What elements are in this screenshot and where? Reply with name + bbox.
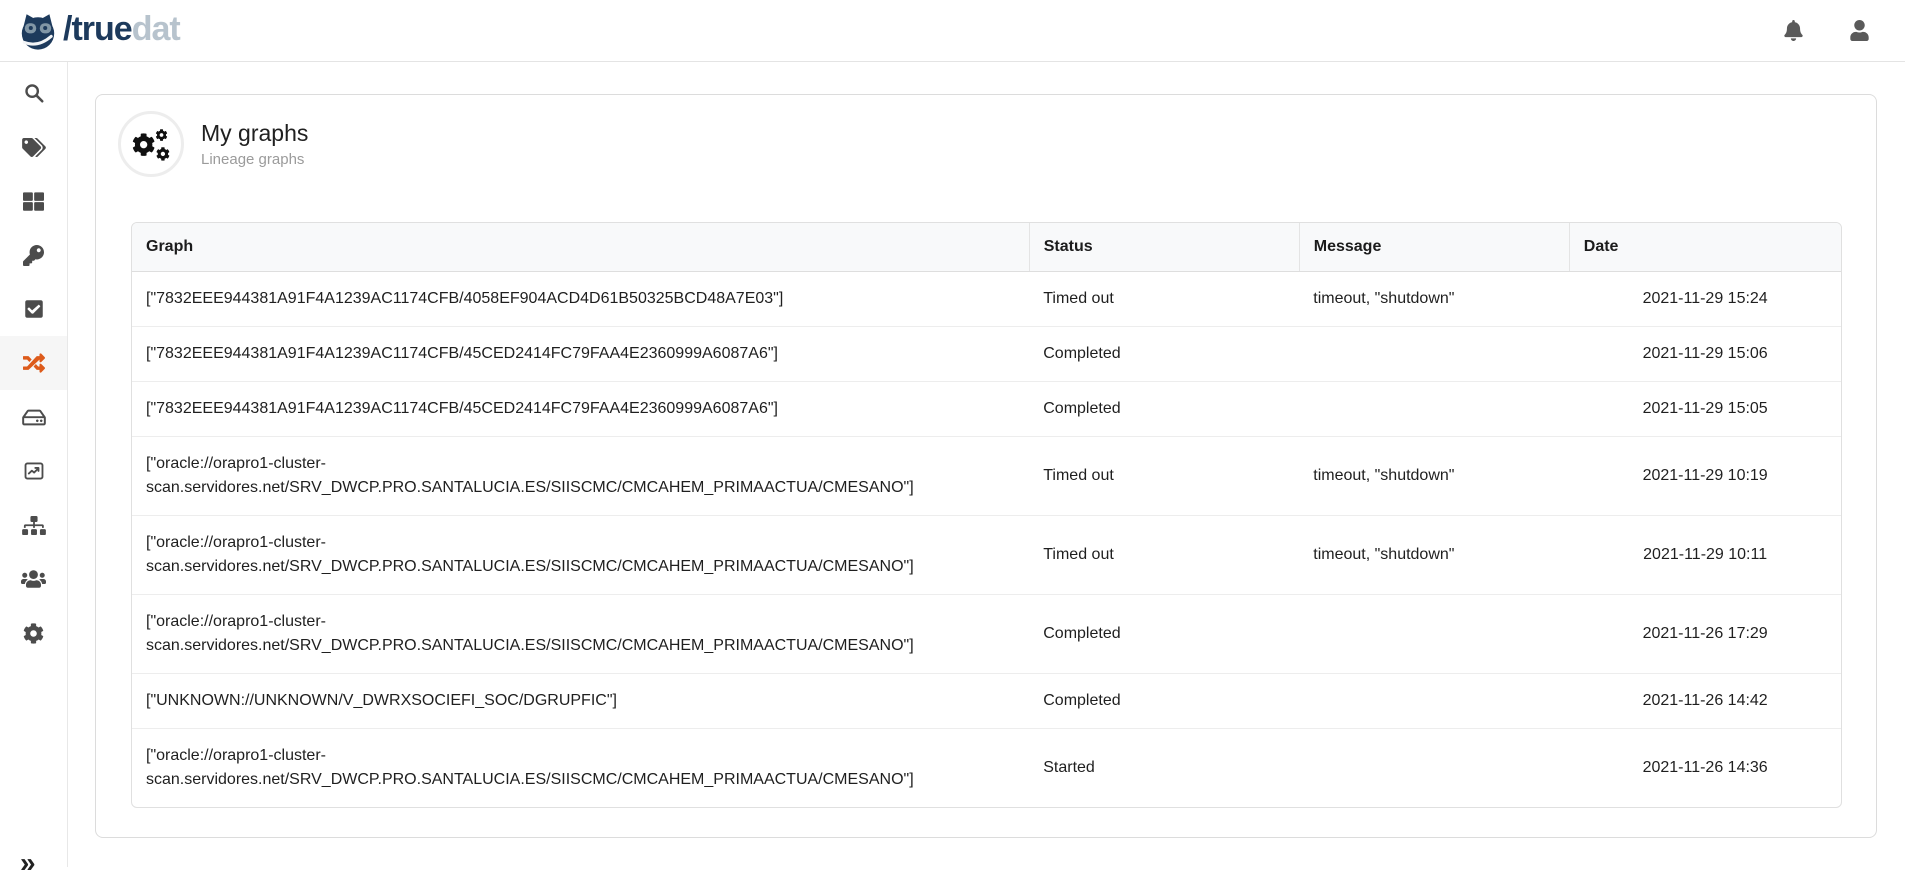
check-square-icon: [24, 299, 44, 319]
sidebar-item-modules[interactable]: [0, 174, 67, 228]
tags-icon: [22, 138, 46, 157]
topbar-actions: [1784, 20, 1885, 41]
table-header-graph: Graph: [132, 223, 1029, 272]
date-cell: 2021-11-29 15:05: [1569, 382, 1841, 437]
sidebar-item-systems[interactable]: [0, 390, 67, 444]
gear-icon: [23, 623, 44, 644]
graph-cell: ["7832EEE944381A91F4A1239AC1174CFB/45CED…: [132, 382, 1029, 437]
message-cell: [1299, 674, 1569, 729]
table-row[interactable]: ["7832EEE944381A91F4A1239AC1174CFB/45CED…: [132, 382, 1841, 437]
message-cell: [1299, 327, 1569, 382]
message-cell: timeout, "shutdown": [1299, 272, 1569, 327]
notifications-bell-icon[interactable]: [1784, 20, 1803, 41]
message-cell: timeout, "shutdown": [1299, 437, 1569, 516]
date-cell: 2021-11-26 14:42: [1569, 674, 1841, 729]
table-header-message: Message: [1299, 223, 1569, 272]
sidebar-item-settings[interactable]: [0, 606, 67, 660]
status-cell: Timed out: [1029, 272, 1299, 327]
sidebar: »: [0, 62, 68, 867]
message-cell: [1299, 595, 1569, 674]
main-content: My graphs Lineage graphs Graph Status Me…: [68, 62, 1905, 867]
sidebar-item-lineage[interactable]: [0, 336, 67, 390]
graph-cell: ["7832EEE944381A91F4A1239AC1174CFB/45CED…: [132, 327, 1029, 382]
sidebar-item-quality[interactable]: [0, 282, 67, 336]
table-header-date: Date: [1569, 223, 1841, 272]
my-graphs-card: My graphs Lineage graphs Graph Status Me…: [95, 94, 1877, 838]
sidebar-item-users[interactable]: [0, 552, 67, 606]
sidebar-collapse-button[interactable]: »: [20, 849, 36, 877]
status-cell: Completed: [1029, 595, 1299, 674]
graph-cell: ["oracle://orapro1-cluster-scan.servidor…: [132, 595, 1029, 674]
status-cell: Timed out: [1029, 516, 1299, 595]
table-row[interactable]: ["oracle://orapro1-cluster-scan.servidor…: [132, 595, 1841, 674]
sitemap-icon: [22, 516, 46, 535]
key-icon: [23, 245, 44, 266]
sidebar-item-tags[interactable]: [0, 120, 67, 174]
topbar: /truedat: [0, 0, 1905, 62]
table-row[interactable]: ["7832EEE944381A91F4A1239AC1174CFB/45CED…: [132, 327, 1841, 382]
chart-line-icon: [23, 460, 45, 482]
message-cell: [1299, 729, 1569, 808]
date-cell: 2021-11-29 15:24: [1569, 272, 1841, 327]
status-cell: Completed: [1029, 674, 1299, 729]
date-cell: 2021-11-29 10:11: [1569, 516, 1841, 595]
gears-circle-icon: [118, 111, 184, 177]
table-row[interactable]: ["UNKNOWN://UNKNOWN/V_DWRXSOCIEFI_SOC/DG…: [132, 674, 1841, 729]
page-subtitle: Lineage graphs: [201, 151, 308, 168]
graphs-table-container: Graph Status Message Date ["7832EEE94438…: [131, 222, 1842, 808]
page-title: My graphs: [201, 120, 308, 148]
double-chevron-right-icon: »: [20, 847, 36, 878]
graph-cell: ["7832EEE944381A91F4A1239AC1174CFB/4058E…: [132, 272, 1029, 327]
app-logo[interactable]: /truedat: [17, 10, 180, 52]
sidebar-item-permissions[interactable]: [0, 228, 67, 282]
user-icon: [1850, 20, 1869, 41]
date-cell: 2021-11-29 10:19: [1569, 437, 1841, 516]
page-header: My graphs Lineage graphs: [96, 95, 1876, 177]
page-header-text: My graphs Lineage graphs: [201, 120, 308, 168]
status-cell: Completed: [1029, 382, 1299, 437]
graph-cell: ["UNKNOWN://UNKNOWN/V_DWRXSOCIEFI_SOC/DG…: [132, 674, 1029, 729]
sidebar-item-search[interactable]: [0, 66, 67, 120]
gears-icon: [131, 124, 171, 164]
message-cell: timeout, "shutdown": [1299, 516, 1569, 595]
table-row[interactable]: ["oracle://orapro1-cluster-scan.servidor…: [132, 516, 1841, 595]
hard-drive-icon: [22, 407, 46, 428]
message-cell: [1299, 382, 1569, 437]
graph-cell: ["oracle://orapro1-cluster-scan.servidor…: [132, 729, 1029, 808]
user-profile-icon[interactable]: [1850, 20, 1869, 41]
status-cell: Started: [1029, 729, 1299, 808]
date-cell: 2021-11-29 15:06: [1569, 327, 1841, 382]
table-header-row: Graph Status Message Date: [132, 223, 1841, 272]
table-row[interactable]: ["oracle://orapro1-cluster-scan.servidor…: [132, 437, 1841, 516]
graph-cell: ["oracle://orapro1-cluster-scan.servidor…: [132, 437, 1029, 516]
bell-icon: [1784, 20, 1803, 41]
table-header-status: Status: [1029, 223, 1299, 272]
date-cell: 2021-11-26 17:29: [1569, 595, 1841, 674]
search-icon: [23, 82, 45, 104]
date-cell: 2021-11-26 14:36: [1569, 729, 1841, 808]
users-icon: [21, 569, 46, 589]
brand-wordmark: /truedat: [63, 12, 180, 46]
owl-logo-icon: [17, 10, 59, 52]
table-row[interactable]: ["oracle://orapro1-cluster-scan.servidor…: [132, 729, 1841, 808]
grid-icon: [23, 191, 44, 212]
status-cell: Timed out: [1029, 437, 1299, 516]
graphs-table: Graph Status Message Date ["7832EEE94438…: [132, 223, 1841, 807]
graph-cell: ["oracle://orapro1-cluster-scan.servidor…: [132, 516, 1029, 595]
sidebar-item-structures[interactable]: [0, 498, 67, 552]
sidebar-item-dashboards[interactable]: [0, 444, 67, 498]
status-cell: Completed: [1029, 327, 1299, 382]
shuffle-icon: [23, 352, 45, 374]
table-row[interactable]: ["7832EEE944381A91F4A1239AC1174CFB/4058E…: [132, 272, 1841, 327]
